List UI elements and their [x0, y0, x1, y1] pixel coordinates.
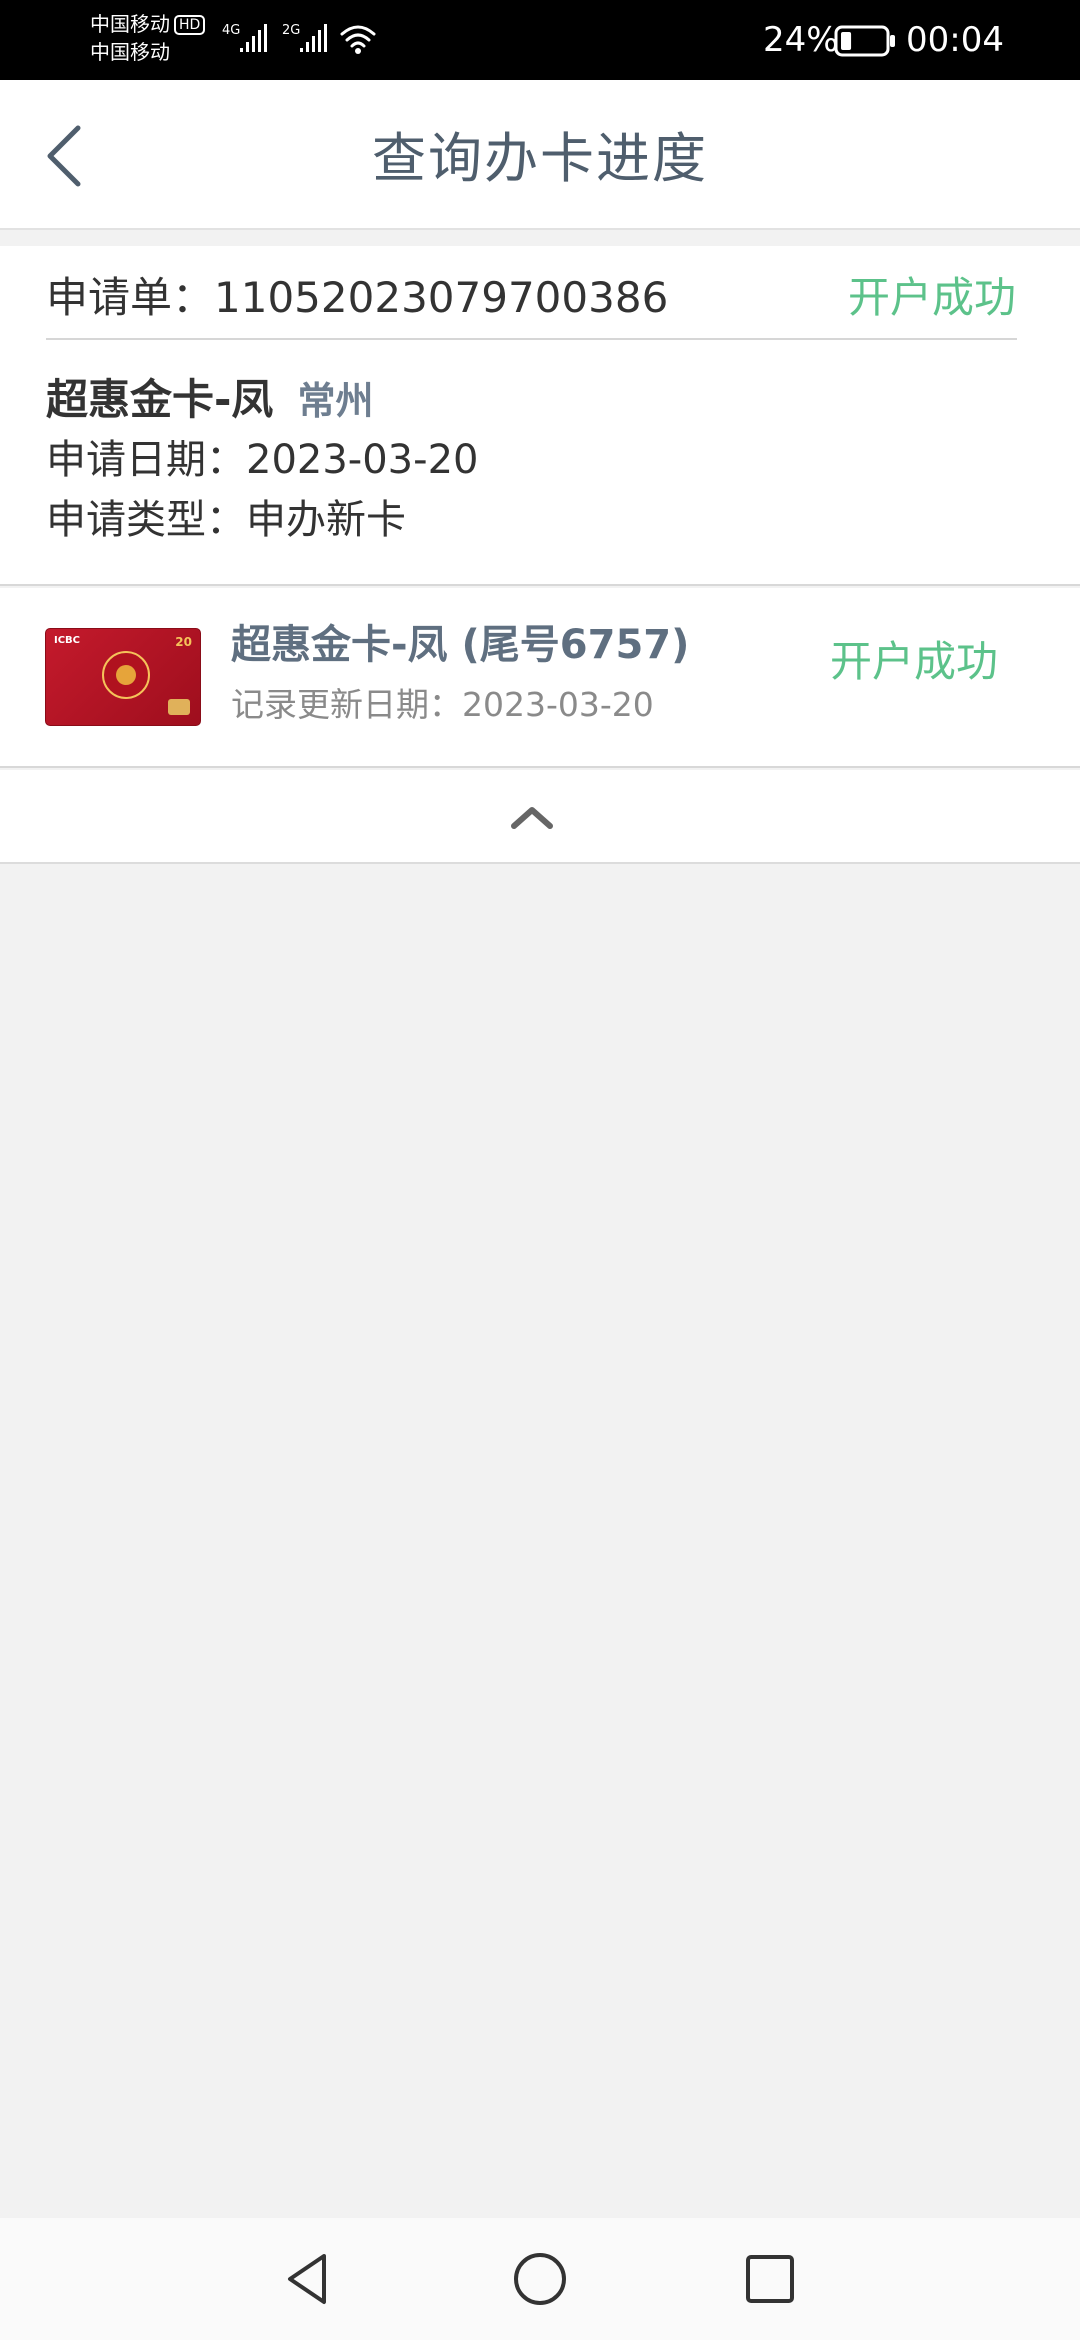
- card-thumbnail: ICBC 20: [45, 628, 201, 726]
- application-type-value: 申办新卡: [246, 497, 406, 543]
- signal-2-icon: [300, 24, 327, 52]
- card-thumb-number: 20: [175, 635, 192, 649]
- page-title: 查询办卡进度: [372, 127, 708, 190]
- triangle-back-icon: [288, 2254, 326, 2304]
- net-2-label: 2G: [282, 23, 300, 38]
- system-nav-bar: [0, 2218, 1080, 2340]
- card-thumb-brand: ICBC: [54, 635, 81, 646]
- phoenix-emblem-icon: [102, 651, 150, 699]
- battery-icon: [834, 25, 895, 57]
- battery-fill: [841, 32, 852, 50]
- application-type: 申请类型：申办新卡: [46, 492, 406, 548]
- application-type-label: 申请类型：: [46, 497, 246, 543]
- card-chip-icon: [168, 699, 190, 715]
- card-progress-item[interactable]: ICBC 20 超惠金卡-凤 (尾号6757) 记录更新日期：2023-03-2…: [0, 588, 1080, 768]
- battery-percent: 24%: [763, 20, 839, 60]
- card-name-row: 超惠金卡-凤 常州: [46, 372, 373, 437]
- application-number-value: 11052023079700386: [214, 273, 669, 322]
- wifi-icon: [340, 25, 376, 48]
- card-title: 超惠金卡-凤 (尾号6757): [231, 622, 690, 668]
- card-updated: 记录更新日期：2023-03-20: [231, 682, 654, 728]
- application-summary: 申请单：11052023079700386 开户成功 超惠金卡-凤 常州 申请日期…: [0, 246, 1080, 586]
- carrier-info: 中国移动 HD 中国移动: [90, 10, 206, 66]
- clock: 00:04: [906, 20, 1004, 60]
- signal-1-icon: [240, 24, 267, 52]
- application-number: 申请单：11052023079700386: [46, 268, 668, 328]
- circle-home-icon: [514, 2253, 566, 2305]
- net-1-label: 4G: [222, 23, 240, 38]
- card-status: 开户成功: [829, 637, 998, 686]
- application-number-label: 申请单：: [46, 273, 215, 322]
- app-header: 查询办卡进度: [0, 80, 1080, 230]
- wifi-dot: [355, 48, 361, 54]
- hd-badge: HD: [174, 15, 206, 35]
- carrier-2: 中国移动: [90, 40, 170, 64]
- carrier-1: 中国移动: [90, 12, 170, 36]
- application-date: 申请日期：2023-03-20: [46, 432, 478, 488]
- status-bar: 中国移动 HD 中国移动 4G 2G 24% 00:04: [0, 0, 1080, 80]
- application-status: 开户成功: [847, 273, 1016, 322]
- nav-recent-button[interactable]: [737, 2246, 803, 2312]
- divider: [46, 338, 1017, 340]
- card-name: 超惠金卡-凤: [46, 375, 274, 424]
- card-city: 常州: [297, 379, 374, 423]
- card-updated-date: 2023-03-20: [462, 685, 654, 724]
- application-date-value: 2023-03-20: [246, 437, 479, 483]
- nav-home-button[interactable]: [507, 2246, 573, 2312]
- card-updated-label: 记录更新日期：: [231, 685, 462, 724]
- square-recent-icon: [746, 2255, 794, 2303]
- collapse-button[interactable]: [0, 770, 1080, 864]
- nav-back-button[interactable]: [276, 2246, 342, 2312]
- signal-wifi-icons: 4G 2G: [222, 23, 376, 54]
- application-date-label: 申请日期：: [46, 437, 246, 483]
- chevron-up-icon: [511, 807, 553, 829]
